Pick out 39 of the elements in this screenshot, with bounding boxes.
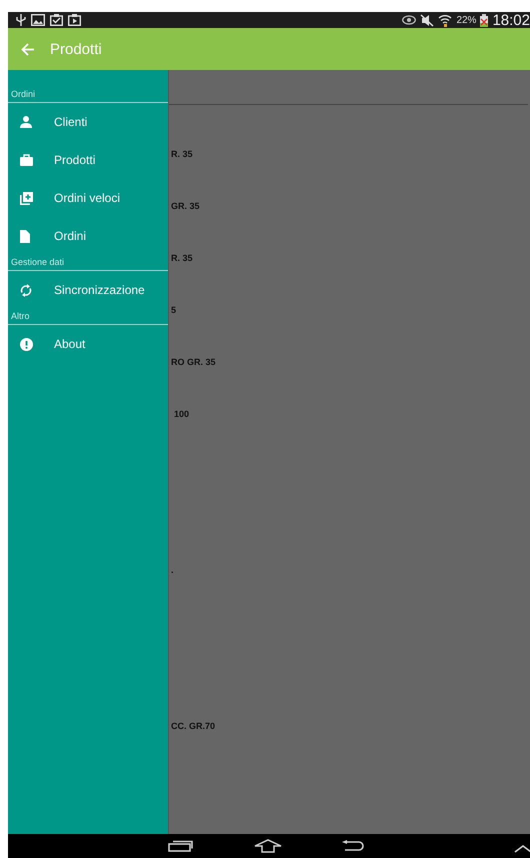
battery-percent: 22% xyxy=(456,14,476,26)
app-bar-title: Prodotti xyxy=(50,40,102,58)
caret-up-icon[interactable] xyxy=(514,844,530,853)
briefcase-icon xyxy=(20,154,33,166)
drawer-item[interactable]: Clienti xyxy=(8,103,168,141)
section-header: Gestione dati xyxy=(10,256,66,269)
product-name: RO GR. 35 xyxy=(171,357,216,367)
product-name: CC. GR.70 xyxy=(171,721,216,731)
drawer-item[interactable]: About xyxy=(8,325,168,363)
drawer-item[interactable]: Sincronizzazione xyxy=(8,271,168,309)
product-name: . xyxy=(171,565,174,575)
product-name: R. 35 xyxy=(171,149,193,159)
recent-apps-icon[interactable] xyxy=(168,840,194,852)
product-name: 100 xyxy=(174,409,190,419)
image-icon xyxy=(31,14,45,26)
alert-icon xyxy=(20,338,33,350)
drawer-item[interactable]: Ordini xyxy=(8,217,168,255)
back-arrow-icon xyxy=(21,42,35,56)
mute-icon xyxy=(420,14,434,26)
usb-icon xyxy=(16,14,26,26)
product-name: R. 35 xyxy=(171,253,193,263)
wifi-icon xyxy=(438,14,452,26)
battery-icon xyxy=(480,14,488,26)
clipboard-check-icon xyxy=(50,14,63,26)
home-icon[interactable] xyxy=(254,839,282,853)
product-name: GR. 35 xyxy=(171,201,200,211)
sync-icon xyxy=(20,284,32,296)
product-name: 5 xyxy=(171,305,176,315)
add-stack-icon xyxy=(20,192,33,204)
clock: 18:02 xyxy=(492,12,530,28)
document-icon xyxy=(20,230,30,242)
eye-icon xyxy=(402,15,416,25)
drawer-item[interactable]: Ordini veloci xyxy=(8,179,168,217)
back-icon[interactable] xyxy=(342,840,364,852)
drawer-item[interactable]: Prodotti xyxy=(8,141,168,179)
clipboard-play-icon xyxy=(68,14,81,26)
section-header: Altro xyxy=(10,310,31,323)
person-icon xyxy=(20,116,32,128)
section-header: Ordini xyxy=(10,88,36,101)
